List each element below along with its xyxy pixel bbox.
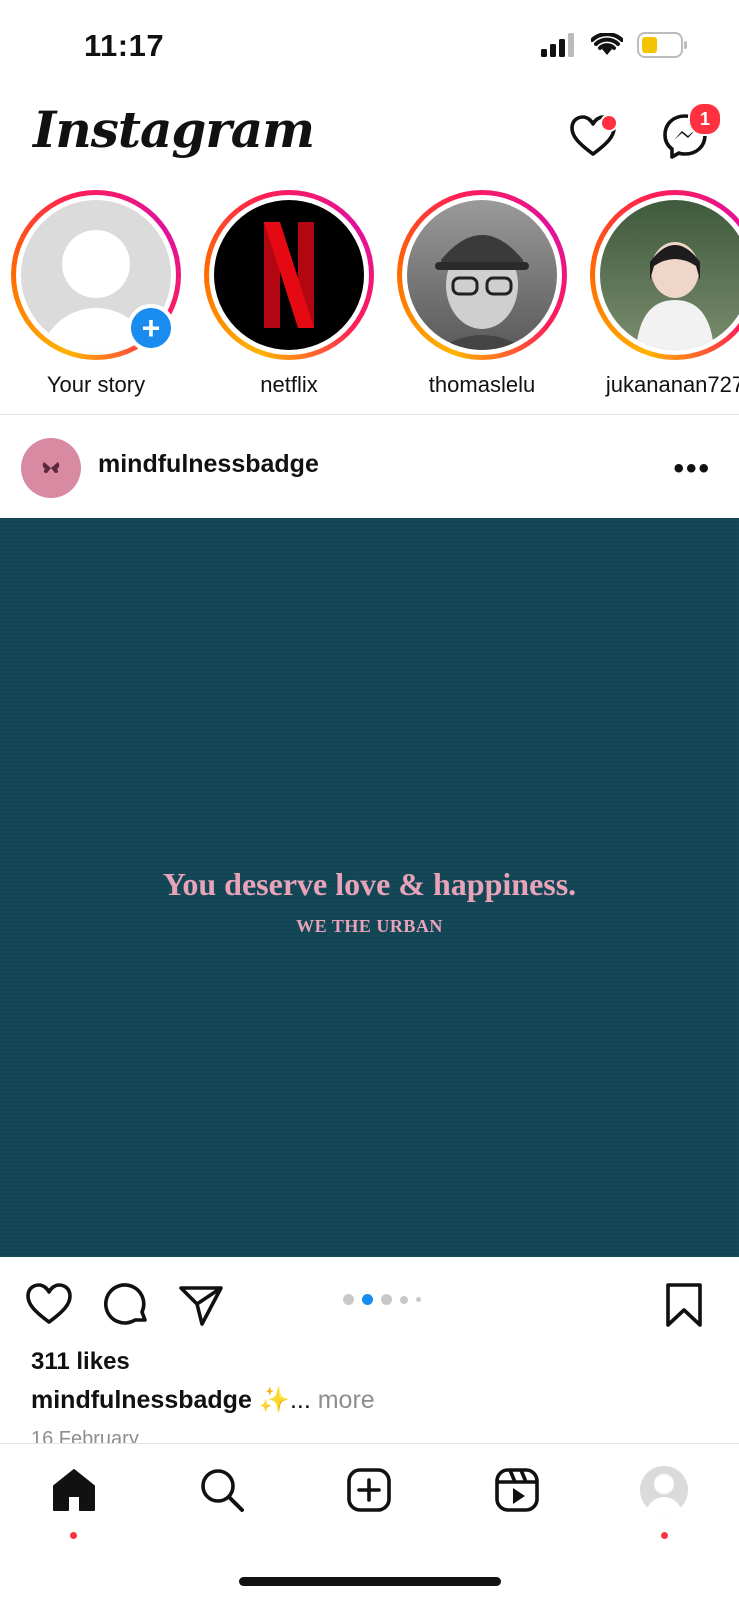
bottom-nav <box>0 1443 739 1601</box>
post-username[interactable]: mindfulnessbadge <box>98 450 319 479</box>
save-bookmark-icon[interactable] <box>659 1280 709 1330</box>
caption-more-link[interactable]: more <box>318 1386 375 1414</box>
story-jukananan727[interactable]: jukananan727 <box>585 190 739 398</box>
like-heart-icon[interactable] <box>24 1280 74 1330</box>
carousel-dot <box>343 1294 354 1305</box>
profile-notification-dot <box>661 1532 668 1539</box>
activity-button[interactable] <box>568 112 620 164</box>
image-quote: You deserve love & happiness. <box>162 866 577 902</box>
reels-icon[interactable] <box>493 1466 541 1514</box>
carousel-dot <box>400 1295 408 1304</box>
more-options-icon[interactable]: ••• <box>673 452 711 486</box>
add-story-plus-icon[interactable]: + <box>127 304 175 352</box>
messenger-button[interactable]: 1 <box>660 102 722 164</box>
profile-photo <box>600 200 739 350</box>
profile-icon[interactable] <box>640 1466 688 1514</box>
signal-icon <box>541 33 574 57</box>
story-thomaslelu[interactable]: thomaslelu <box>392 190 572 398</box>
wifi-icon <box>591 33 623 55</box>
likes-count[interactable]: 311 likes <box>31 1348 130 1376</box>
home-indicator[interactable] <box>239 1577 501 1586</box>
image-brand: WE THE URBAN <box>296 916 443 936</box>
profile-photo <box>407 200 557 350</box>
story-ring <box>590 190 739 360</box>
carousel-dot <box>416 1297 421 1302</box>
story-netflix[interactable]: netflix <box>199 190 379 398</box>
home-icon[interactable] <box>50 1466 98 1514</box>
story-ring <box>397 190 567 360</box>
post-caption[interactable]: mindfulnessbadge ✨... more <box>31 1386 375 1415</box>
messenger-badge: 1 <box>688 102 722 136</box>
share-icon[interactable] <box>176 1280 226 1330</box>
instagram-logo[interactable]: Instagram <box>33 100 315 159</box>
caption-text: ✨... <box>251 1386 318 1414</box>
carousel-dot-active <box>362 1294 373 1305</box>
status-icons <box>541 32 689 58</box>
post-image[interactable]: You deserve love & happiness. WE THE URB… <box>0 518 739 1257</box>
story-ring <box>204 190 374 360</box>
netflix-logo <box>214 200 364 350</box>
butterfly-icon <box>42 462 60 473</box>
carousel-indicator <box>343 1294 421 1305</box>
story-ring: + <box>11 190 181 360</box>
story-label: Your story <box>46 372 146 397</box>
caption-username[interactable]: mindfulnessbadge <box>31 1386 252 1414</box>
status-time: 11:17 <box>84 28 165 63</box>
story-label: jukananan727 <box>605 372 739 397</box>
post-avatar[interactable] <box>21 438 81 498</box>
home-active-dot <box>70 1532 77 1539</box>
activity-dot <box>600 114 618 132</box>
carousel-dot <box>381 1294 392 1305</box>
story-label: thomaslelu <box>428 372 536 397</box>
story-your-story[interactable]: + Your story <box>6 190 186 398</box>
stories-divider <box>0 414 739 415</box>
create-icon[interactable] <box>345 1466 393 1514</box>
battery-icon <box>637 32 687 58</box>
story-label: netflix <box>260 372 318 397</box>
search-icon[interactable] <box>198 1466 246 1514</box>
comment-icon[interactable] <box>101 1280 151 1330</box>
